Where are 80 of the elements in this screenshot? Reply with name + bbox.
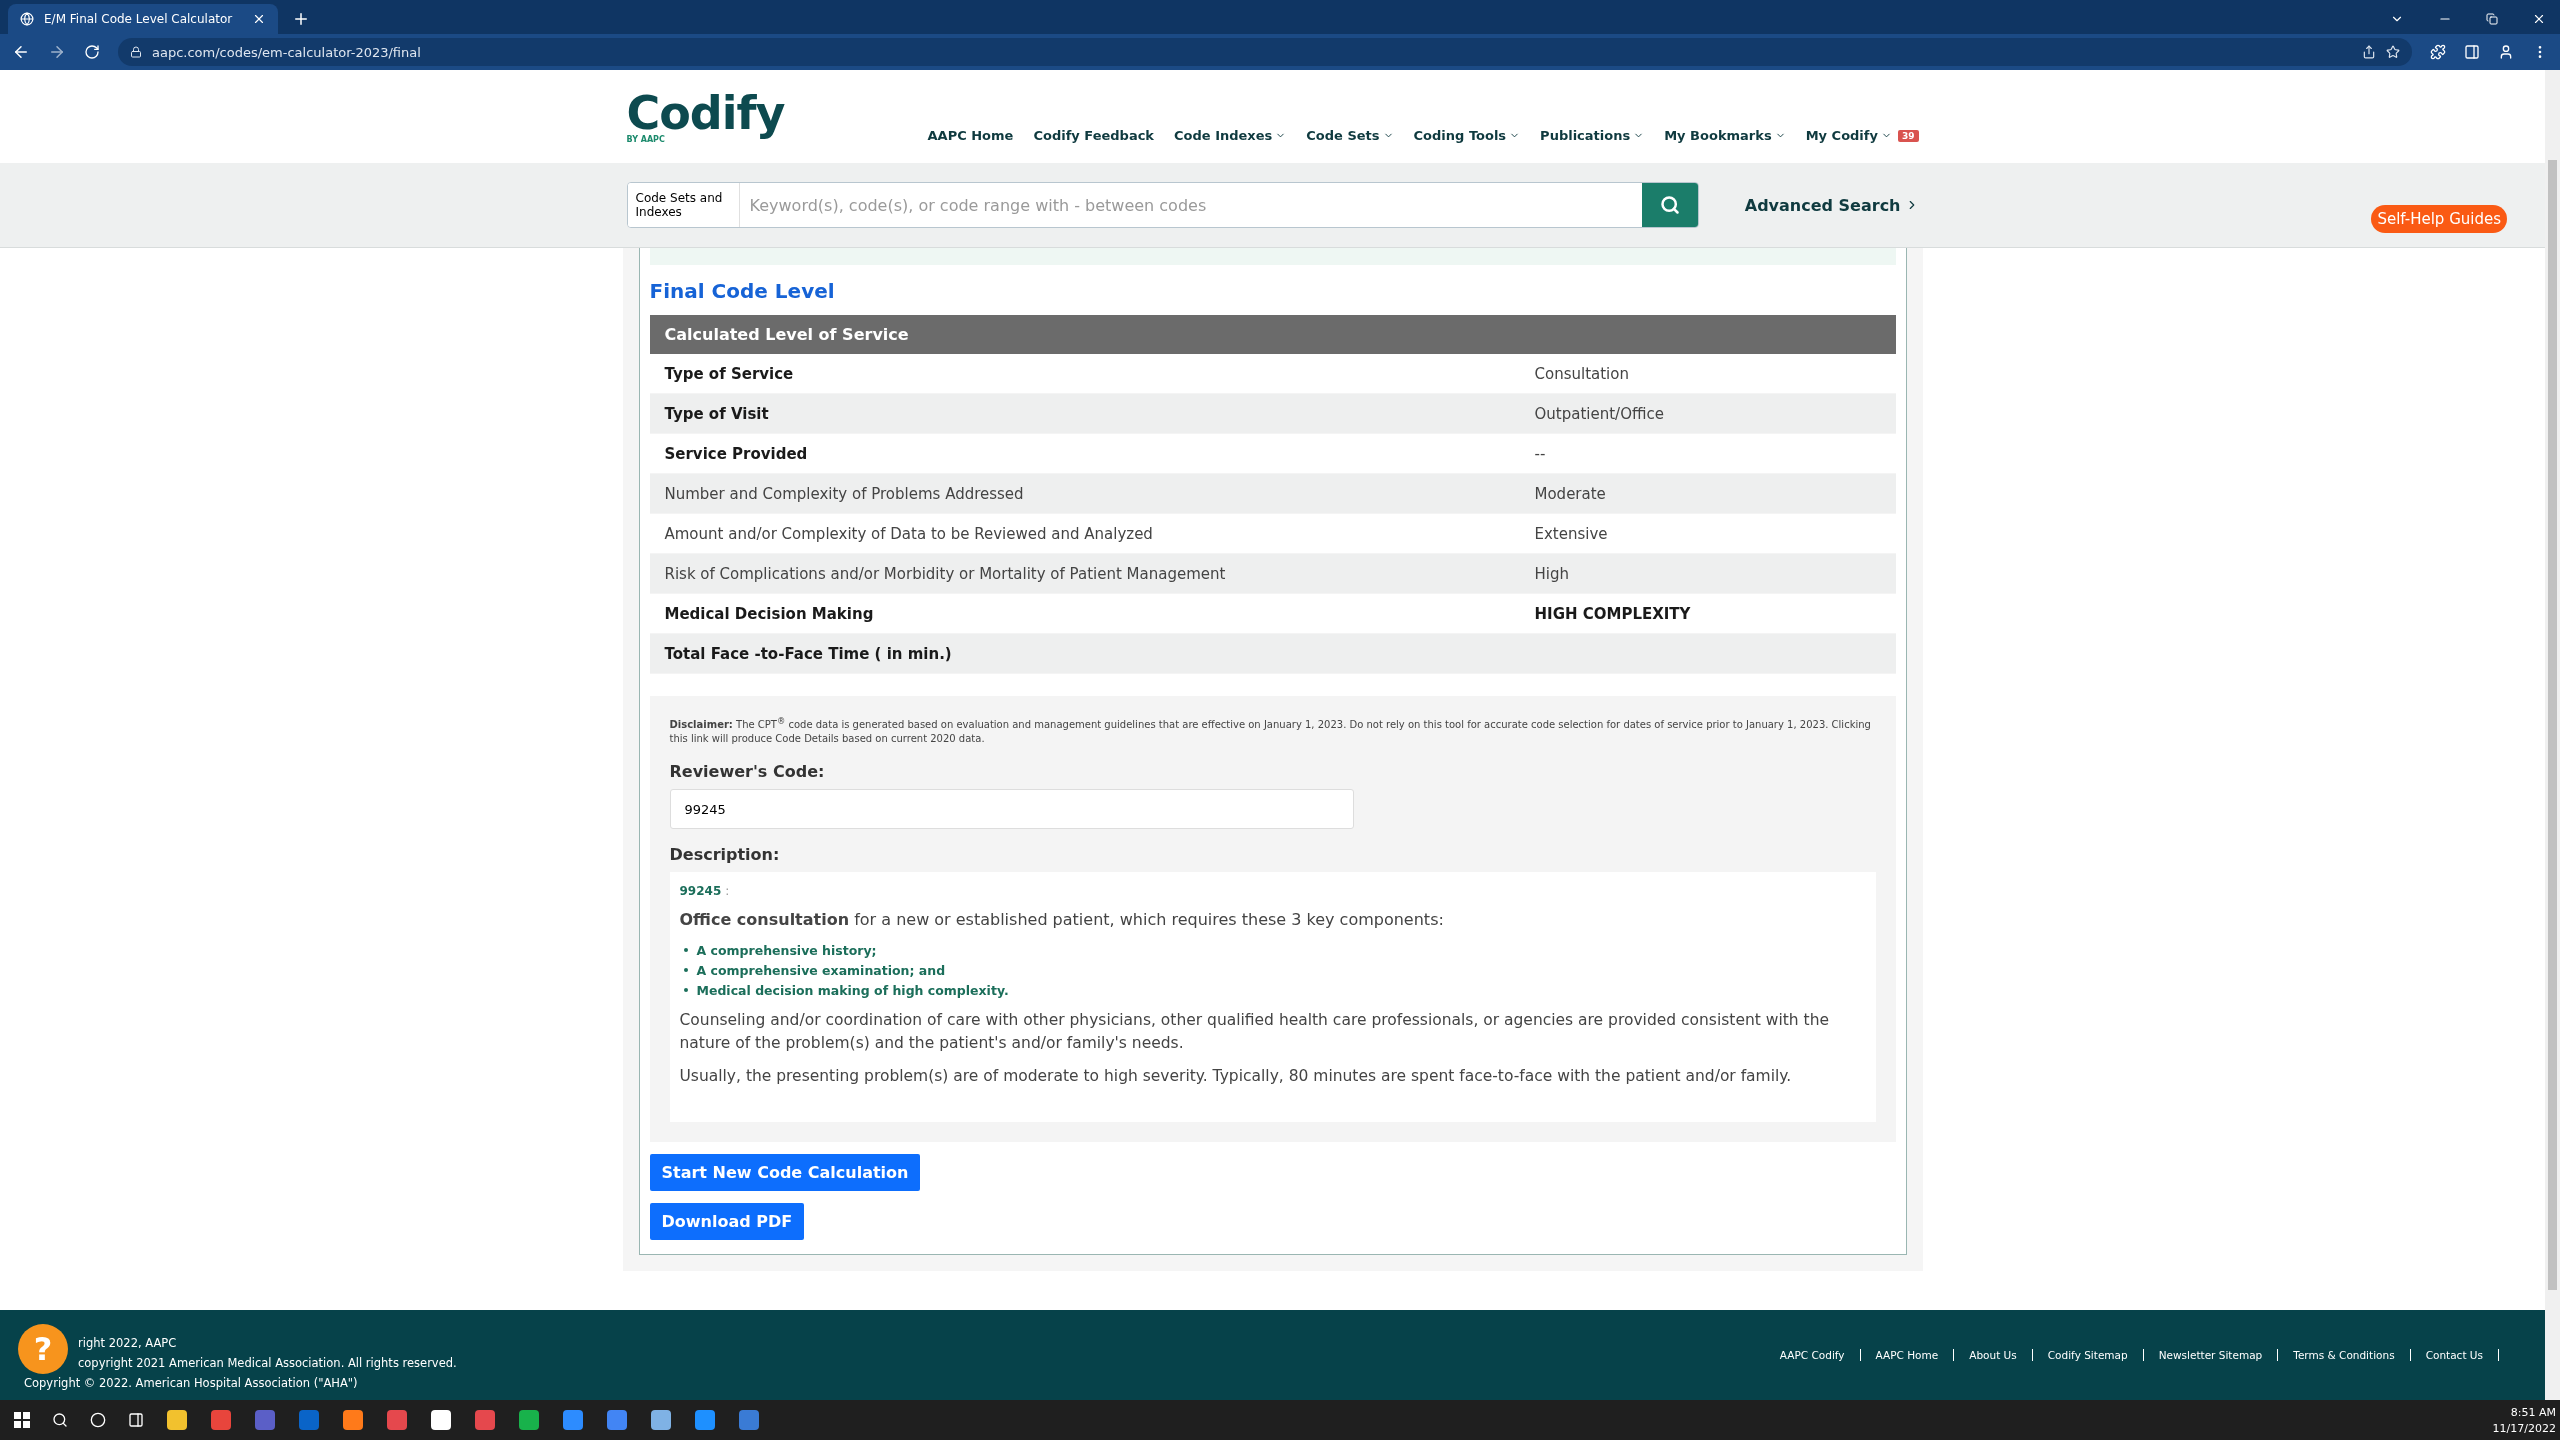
copyright-text: Copyright © 2022. American Hospital Association ("AHA") (24, 1376, 358, 1390)
row-label: Amount and/or Complexity of Data to be Reviewed and Analyzed (664, 524, 1153, 543)
address-bar[interactable]: aapc.com/codes/em-calculator-2023/final (118, 38, 2412, 66)
close-icon[interactable] (2532, 12, 2546, 26)
nav-link[interactable]: My Bookmarks (1664, 128, 1786, 143)
action-button[interactable]: Start New Code Calculation (649, 1154, 921, 1192)
nav-link[interactable]: Code Indexes (1174, 128, 1287, 143)
field-label: Reviewer's Code: (669, 762, 826, 782)
clock-time: 8:51 AM (2510, 1405, 2556, 1419)
globe-icon (20, 12, 34, 26)
url-text: aapc.com/codes/em-calculator-2023/final (152, 44, 421, 60)
row-label: Service Provided (664, 444, 808, 463)
scrollbar[interactable] (2545, 70, 2560, 1400)
section-title: Final Code Level (649, 279, 836, 303)
nav-link[interactable]: Code Sets (1306, 128, 1394, 143)
footer-link[interactable]: Terms & Conditions (2278, 1349, 2411, 1361)
row-value: Consultation (1534, 364, 1629, 383)
footer-link[interactable]: Codify Sitemap (2032, 1349, 2144, 1361)
row-label: Number and Complexity of Problems Addressed (664, 484, 1024, 503)
disclaimer-text: Disclaimer: The CPT$^{®}$ code data is generated based on evaluation and management guidelines that are effective on January 1, 2023. Do not rely on this tool for accurate code selection for dates of service prior to January 1, 2023. Clicking this link will produce Code Details based on current 2020 data. (669, 715, 1872, 747)
table-heading: Calculated Level of Service (649, 315, 1896, 354)
new-tab-icon[interactable] (292, 10, 310, 28)
lock-icon (130, 46, 142, 58)
row-value: HIGH COMPLEXITY (1534, 604, 1691, 623)
footer-link[interactable]: Newsletter Sitemap (2143, 1349, 2279, 1361)
row-label: Type of Service (664, 364, 794, 383)
field-label: Description: (669, 845, 781, 865)
advanced-search-link[interactable]: Advanced Search (1744, 195, 1919, 215)
back-icon[interactable] (12, 43, 30, 61)
windows-icon[interactable] (14, 1412, 30, 1428)
row-label: Type of Visit (664, 404, 769, 423)
row-label: Total Face -to-Face Time ( in min.) (664, 644, 952, 663)
row-value: Moderate (1534, 484, 1606, 503)
clock-date: 11/17/2022 (2492, 1421, 2556, 1435)
browser-tab[interactable]: E/M Final Code Level Calculator (8, 4, 278, 34)
code-link[interactable]: 99245 (679, 884, 722, 899)
description-paragraph: Usually, the presenting problem(s) are of moderate to high severity. Typically, 80 minutes are spent face-to-face with the patient and/or family. (679, 1066, 1793, 1088)
nav-link[interactable]: Publications (1540, 128, 1645, 143)
nav-link[interactable]: Coding Tools (1413, 128, 1521, 143)
close-icon[interactable] (252, 12, 266, 26)
row-value: Outpatient/Office (1534, 404, 1664, 423)
profile-icon[interactable] (2498, 44, 2514, 60)
circle-icon[interactable] (90, 1412, 106, 1428)
star-icon[interactable] (2386, 45, 2400, 59)
row-label: Medical Decision Making (664, 604, 874, 623)
copyright-text: right 2022, AAPC (78, 1336, 177, 1350)
description-paragraph: Counseling and/or coordination of care with other physicians, other qualified health care professionals, or agencies are provided consistent with the nature of the problem(s) and the patient's and/or family's needs. (679, 1010, 1831, 1055)
component-item: A comprehensive examination; and (683, 961, 1866, 982)
nav-link[interactable]: My Codify 39 (1805, 128, 1919, 143)
search-icon (1659, 195, 1680, 215)
side-panel-icon[interactable] (2464, 44, 2480, 60)
search-icon[interactable] (52, 1412, 68, 1428)
component-item: A comprehensive history; (683, 941, 1866, 962)
count-badge: 39 (1897, 129, 1919, 142)
footer-link[interactable]: AAPC Codify (1764, 1349, 1861, 1361)
restore-icon[interactable] (2486, 13, 2498, 25)
scope-dropdown[interactable]: Code Sets and Indexes (627, 183, 740, 227)
row-value: High (1534, 564, 1569, 583)
share-icon[interactable] (2362, 45, 2376, 59)
nav-link[interactable]: Codify Feedback (1033, 128, 1155, 143)
row-value: Extensive (1534, 524, 1608, 543)
nav-link[interactable]: AAPC Home (927, 128, 1014, 143)
puzzle-icon[interactable] (2430, 44, 2446, 60)
footer-link[interactable]: Contact Us (2410, 1349, 2499, 1361)
search-field[interactable]: Code Sets and Indexes Keyword(s), code(s), or code range with - between codes (626, 182, 1699, 228)
reload-icon[interactable] (84, 44, 100, 60)
description-intro: Office consultation for a new or established patient, which requires these 3 key components: (679, 910, 1445, 930)
task-view-icon[interactable] (128, 1412, 144, 1428)
action-button[interactable]: Download PDF (649, 1203, 805, 1241)
row-label: Risk of Complications and/or Morbidity or Mortality of Patient Management (664, 564, 1226, 583)
footer-link[interactable]: About Us (1954, 1349, 2033, 1361)
separator-text: : (725, 884, 730, 899)
component-item: Medical decision making of high complexity. (683, 981, 1866, 1002)
footer-link[interactable]: AAPC Home (1860, 1349, 1955, 1361)
copyright-text: copyright 2021 American Medical Association. All rights reserved. (78, 1356, 457, 1370)
search-button[interactable] (1641, 183, 1698, 227)
row-value: -- (1534, 444, 1546, 463)
code-input-field[interactable]: 99245 (669, 789, 1354, 830)
tab-title: E/M Final Code Level Calculator (44, 12, 233, 26)
forward-icon[interactable] (48, 43, 66, 61)
